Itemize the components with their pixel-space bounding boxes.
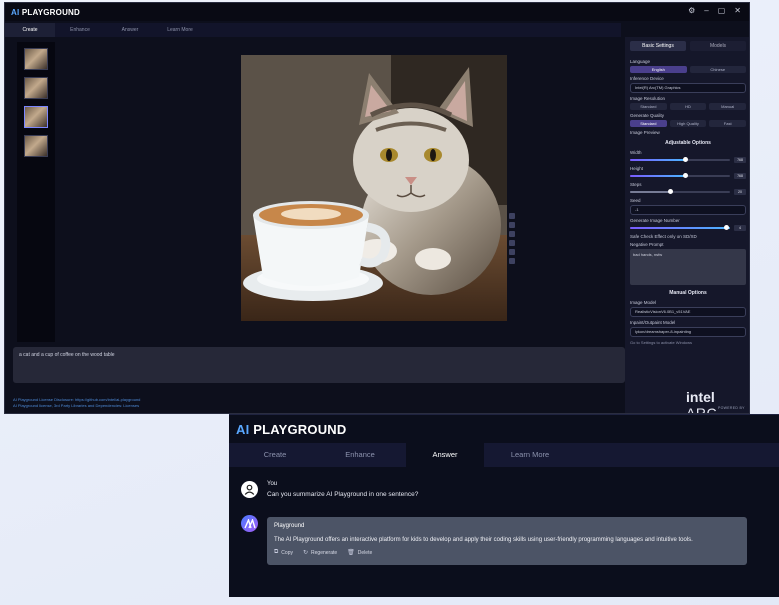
copy-icon: ⧉ [274,549,279,555]
inpaint-model-label: Inpaint/Outpaint Model [630,320,676,325]
resolution-hd-button[interactable]: HD [669,103,707,110]
license-footer: AI Playground License Disclosure: https:… [13,397,141,408]
refresh-icon[interactable] [509,240,515,246]
app-logo: AI PLAYGROUND [236,421,347,437]
height-label: Height [630,166,644,171]
window-controls: ⚙ – ▢ ✕ [688,6,741,15]
delete-button[interactable]: 🗑 Delete [347,549,372,557]
title-bar: AI PLAYGROUND ⚙ – ▢ ✕ [5,3,749,21]
image-preview-label[interactable]: Image Preview [630,130,746,135]
regenerate-icon: ↻ [302,550,309,556]
activation-tooltip: Go to Settings to activate Windows [630,340,693,345]
panel-tabs: Basic Settings Models [630,41,746,51]
image-tools [509,213,517,264]
quality-toggle: Standard High Quality Fast [630,120,747,127]
ai-avatar-row [241,515,258,532]
resolution-toggle: Standard HD Manual [630,103,747,110]
user-message-text: Can you summarize AI Playground in one s… [267,491,419,498]
tab-create[interactable]: Create [5,23,55,37]
seed-label: Seed [630,198,641,203]
height-slider[interactable]: 768 [630,173,746,179]
negative-prompt-label: Negative Prompt [630,242,664,247]
history-thumbnail[interactable] [24,106,48,128]
close-icon[interactable]: ✕ [734,6,741,15]
tab-answer[interactable]: Answer [406,443,484,467]
language-label: Language [630,59,651,64]
resolution-label: Image Resolution [630,96,666,101]
powered-by-label: POWERED BY [718,406,745,410]
settings-panel: Basic Settings Models Language English C… [625,37,749,413]
regenerate-button[interactable]: ↻ Regenerate [302,549,337,557]
create-window: AI PLAYGROUND ⚙ – ▢ ✕ Create Enhance Ans… [4,2,750,414]
ai-avatar-icon [241,515,258,532]
quality-label: Generate Quality [630,113,665,118]
tab-learn-more[interactable]: Learn More [491,443,569,467]
main-tabs: Create Enhance Answer Learn More [229,443,779,467]
user-message: You Can you summarize AI Playground in o… [241,481,418,498]
width-label: Width [630,150,642,155]
copy-icon[interactable] [509,222,515,228]
tab-enhance[interactable]: Enhance [321,443,399,467]
main-tabs: Create Enhance Answer Learn More [5,23,621,37]
delete-icon[interactable] [509,258,515,264]
intel-arc-logo: intel ARC [686,389,718,414]
prompt-input[interactable]: a cat and a cup of coffee on the wood ta… [13,347,625,383]
history-thumbnails [17,42,55,342]
width-slider[interactable]: 768 [630,157,746,163]
quality-high-button[interactable]: High Quality [669,120,707,127]
negative-prompt-input[interactable]: bad hands, nsfw [630,249,746,285]
inpaint-model-select[interactable]: lykon/dreamshaper-8-inpainting [630,327,746,337]
tab-models[interactable]: Models [690,41,746,51]
ai-name: Playground [274,523,305,529]
resolution-manual-button[interactable]: Manual [709,103,747,110]
copy-button[interactable]: ⧉ Copy [274,549,293,556]
steps-slider[interactable]: 20 [630,189,746,195]
answer-window: AI PLAYGROUND Create Enhance Answer Lear… [229,414,779,597]
app-header: AI PLAYGROUND [229,415,779,443]
history-thumbnail[interactable] [24,135,48,157]
safe-check-label[interactable]: Safe Check Effect only on SD/XD [630,234,746,239]
history-thumbnail[interactable] [24,48,48,70]
ai-message-text: The AI Playground offers an interactive … [274,537,693,543]
minimize-icon[interactable]: – [704,6,708,15]
tab-enhance[interactable]: Enhance [55,23,105,37]
adjustable-options-title: Adjustable Options [665,140,711,146]
resolution-standard-button[interactable]: Standard [630,103,667,110]
image-model-label: Image Model [630,300,657,305]
share-icon[interactable] [509,249,515,255]
message-actions: ⧉ Copy ↻ Regenerate 🗑 Delete [274,549,740,556]
steps-label: Steps [630,182,642,187]
user-name: You [267,481,278,487]
inference-device-select[interactable]: Intel(R) Arc(TM) Graphics [630,83,746,93]
tab-learn-more[interactable]: Learn More [155,23,205,37]
view-icon[interactable] [509,213,515,219]
tab-answer[interactable]: Answer [105,23,155,37]
tab-create[interactable]: Create [236,443,314,467]
language-toggle: English Chinese [630,66,746,73]
settings-icon[interactable]: ⚙ [688,6,695,15]
user-avatar-icon [241,481,258,498]
app-logo: AI PLAYGROUND [11,7,80,17]
image-model-select[interactable]: RealisticVisionV6.0B1_v51VAE [630,307,746,317]
cat-coffee-illustration [241,55,507,321]
seed-input[interactable]: -1 [630,205,746,215]
language-english-button[interactable]: English [630,66,687,73]
history-thumbnail[interactable] [24,77,48,99]
image-number-label: Generate Image Number [630,218,680,223]
image-number-slider[interactable]: 4 [630,225,746,231]
inference-label: Inference Device [630,76,664,81]
quality-fast-button[interactable]: Fast [709,120,747,127]
manual-options-title: Manual Options [669,290,707,296]
quality-standard-button[interactable]: Standard [630,120,667,127]
folder-icon[interactable] [509,231,515,237]
generated-image [241,55,507,321]
tab-basic-settings[interactable]: Basic Settings [630,41,686,51]
delete-icon: 🗑 [347,550,355,556]
ai-message: Playground The AI Playground offers an i… [267,517,747,565]
language-chinese-button[interactable]: Chinese [689,66,746,73]
maximize-icon[interactable]: ▢ [718,6,726,15]
